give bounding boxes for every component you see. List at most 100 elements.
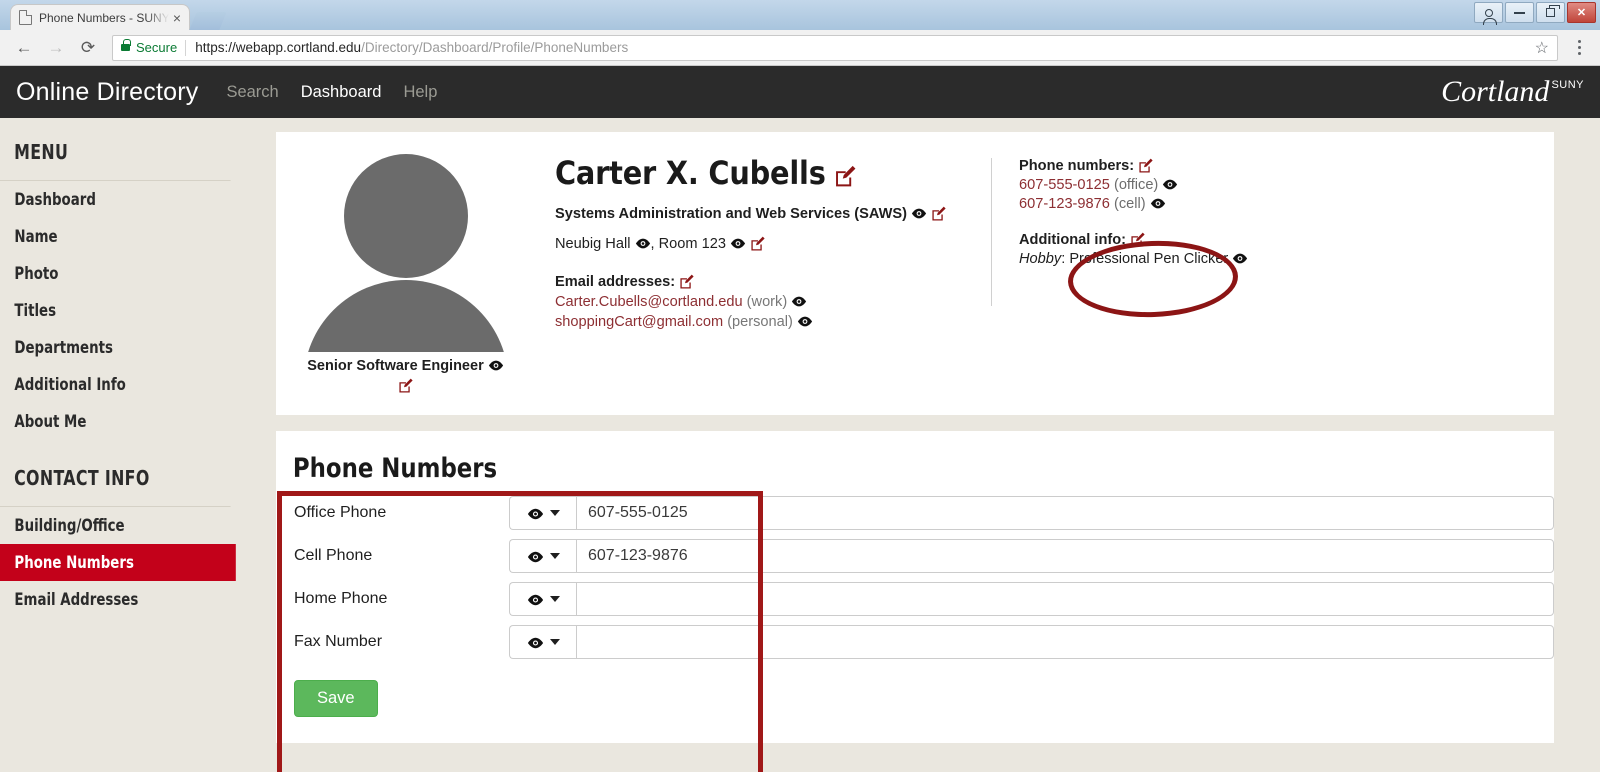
profile-title-text: Senior Software Engineer (307, 358, 484, 374)
phone-kind-cell: (cell) (1113, 196, 1146, 212)
visibility-eye-icon[interactable] (1150, 198, 1166, 209)
visibility-dropdown-office-phone[interactable] (509, 496, 576, 530)
input-fax-number[interactable] (576, 625, 1554, 659)
visibility-dropdown-cell-phone[interactable] (509, 539, 576, 573)
edit-department-button[interactable] (931, 206, 946, 222)
visibility-eye-icon (527, 508, 543, 519)
chevron-down-icon (549, 510, 560, 516)
sidebar-item-titles[interactable]: Titles (0, 292, 236, 329)
email-addresses-label: Email addresses: (555, 274, 676, 290)
input-group-cell-phone (509, 539, 1554, 573)
label-home-phone: Home Phone (294, 590, 388, 607)
input-home-phone[interactable] (576, 582, 1554, 616)
edit-photo-button[interactable] (298, 377, 513, 395)
edit-location-button[interactable] (750, 236, 765, 252)
profile-person-icon[interactable] (1474, 2, 1503, 25)
label-fax-number: Fax Number (294, 633, 383, 650)
restore-button[interactable] (1536, 2, 1565, 23)
back-icon[interactable]: ← (10, 34, 38, 62)
sidebar-item-name[interactable]: Name (0, 218, 236, 255)
browser-tab[interactable]: Phone Numbers - SUNY × (10, 4, 190, 30)
email-link-personal[interactable]: shoppingCart@gmail.com (555, 314, 723, 330)
main-content: Senior Software Engineer Carter X. Cubel… (262, 118, 1600, 772)
visibility-eye-icon[interactable] (1162, 179, 1178, 190)
profile-title-caption: Senior Software Engineer (298, 358, 513, 374)
profile-name: Carter X. Cubells (555, 154, 826, 192)
visibility-eye-icon (527, 637, 543, 648)
site-topnav: Online Directory Search Dashboard Help C… (0, 66, 1600, 118)
close-window-button[interactable]: ✕ (1567, 2, 1596, 23)
edit-phones-button[interactable] (1138, 158, 1153, 174)
visibility-eye-icon[interactable] (911, 208, 927, 219)
bookmark-star-icon[interactable]: ☆ (1527, 38, 1549, 58)
sidebar-heading-menu: MENU (0, 118, 231, 181)
sidebar-item-email-addresses[interactable]: Email Addresses (0, 581, 236, 618)
logo-suny-text: SUNY (1551, 79, 1584, 91)
label-office-phone: Office Phone (294, 504, 387, 521)
sidebar: MENU Dashboard Name Photo Titles Departm… (0, 118, 262, 772)
nav-link-dashboard[interactable]: Dashboard (301, 83, 382, 102)
suny-cortland-logo: Cortland SUNY (1441, 75, 1584, 108)
visibility-eye-icon[interactable] (791, 296, 807, 307)
input-office-phone[interactable] (576, 496, 1554, 530)
visibility-eye-icon[interactable] (730, 238, 746, 249)
visibility-eye-icon[interactable] (635, 238, 651, 249)
visibility-eye-icon[interactable] (488, 360, 504, 371)
sidebar-item-additional-info[interactable]: Additional Info (0, 366, 236, 403)
url-text: https://webapp.cortland.edu/Directory/Da… (195, 40, 628, 55)
new-tab-button[interactable] (189, 12, 227, 30)
form-title: Phone Numbers (292, 453, 498, 484)
edit-name-button[interactable] (834, 154, 856, 192)
forward-icon[interactable]: → (42, 34, 70, 62)
site-brand[interactable]: Online Directory (16, 78, 198, 107)
contact-summary-column: Phone numbers: 607-555-0125 (office) 607… (991, 158, 1321, 306)
chevron-down-icon (549, 596, 560, 602)
browser-titlebar: Phone Numbers - SUNY × ✕ (0, 0, 1600, 30)
sidebar-item-phone-numbers[interactable]: Phone Numbers (0, 544, 236, 581)
sidebar-item-building-office[interactable]: Building/Office (0, 507, 236, 544)
visibility-dropdown-fax-number[interactable] (509, 625, 576, 659)
email-link-work[interactable]: Carter.Cubells@cortland.edu (555, 294, 743, 310)
lock-icon (121, 39, 131, 51)
browser-window: Phone Numbers - SUNY × ✕ ← → ⟳ Secure ht… (0, 0, 1600, 772)
input-group-fax-number (509, 625, 1554, 659)
additional-info-key: Hobby (1019, 251, 1062, 267)
email-kind-personal: (personal) (727, 314, 793, 330)
phone-kind-office: (office) (1113, 177, 1159, 193)
location-separator: , (650, 236, 655, 252)
window-controls: ✕ (1474, 2, 1596, 25)
phone-numbers-form-panel: Phone Numbers Office Phone Cell Phone (276, 431, 1554, 743)
logo-cortland-text: Cortland (1441, 75, 1550, 108)
browser-toolbar: ← → ⟳ Secure https://webapp.cortland.edu… (0, 30, 1600, 66)
input-cell-phone[interactable] (576, 539, 1554, 573)
phone-number-cell: 607-123-9876 (1019, 196, 1110, 212)
close-tab-icon[interactable]: × (173, 11, 181, 25)
visibility-dropdown-home-phone[interactable] (509, 582, 576, 616)
sidebar-item-departments[interactable]: Departments (0, 329, 236, 366)
save-button[interactable]: Save (294, 680, 378, 717)
profile-department: Systems Administration and Web Services … (555, 206, 907, 222)
phone-row: 607-123-9876 (cell) (1019, 196, 1321, 212)
phone-numbers-label-row: Phone numbers: (1019, 158, 1321, 174)
address-bar[interactable]: Secure https://webapp.cortland.edu/Direc… (112, 34, 1558, 61)
nav-link-search[interactable]: Search (226, 83, 278, 102)
sidebar-item-about-me[interactable]: About Me (0, 403, 236, 440)
additional-info-value: Professional Pen Clicker (1069, 251, 1229, 267)
reload-icon[interactable]: ⟳ (74, 34, 102, 62)
edit-additional-info-button[interactable] (1130, 232, 1145, 248)
profile-building: Neubig Hall (555, 236, 631, 252)
chevron-down-icon (549, 553, 560, 559)
tab-title: Phone Numbers - SUNY (39, 10, 169, 25)
sidebar-item-photo[interactable]: Photo (0, 255, 236, 292)
minimize-button[interactable] (1505, 2, 1534, 23)
edit-emails-button[interactable] (679, 274, 694, 290)
avatar-body-shape (303, 280, 508, 352)
profile-details: Carter X. Cubells Systems Administration… (513, 148, 1532, 395)
visibility-eye-icon[interactable] (797, 316, 813, 327)
page-favicon-icon (19, 10, 32, 25)
chrome-menu-icon[interactable] (1568, 40, 1590, 55)
visibility-eye-icon[interactable] (1232, 253, 1248, 264)
nav-link-help[interactable]: Help (403, 83, 437, 102)
sidebar-item-dashboard[interactable]: Dashboard (0, 181, 236, 218)
additional-info-row: Hobby: Professional Pen Clicker (1019, 251, 1321, 267)
